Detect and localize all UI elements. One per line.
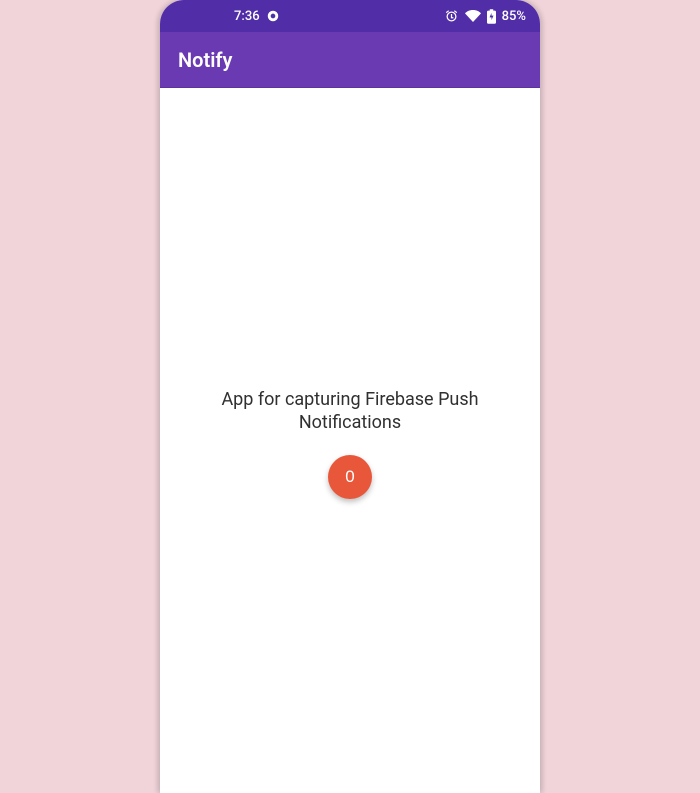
status-bar: 7:36 85% — [160, 0, 540, 32]
description-text: App for capturing Firebase Push Notifica… — [160, 388, 540, 435]
notification-dot-icon — [266, 9, 280, 23]
status-bar-right: 85% — [444, 8, 526, 24]
status-time: 7:36 — [234, 9, 260, 24]
battery-percentage: 85% — [502, 9, 526, 24]
phone-frame: 7:36 85% Notify App for capturing Fireba… — [160, 0, 540, 793]
battery-icon — [487, 9, 496, 24]
app-bar: Notify — [160, 32, 540, 88]
counter-value: 0 — [345, 467, 354, 487]
main-content: App for capturing Firebase Push Notifica… — [160, 88, 540, 793]
status-bar-left: 7:36 — [234, 9, 280, 24]
counter-fab[interactable]: 0 — [328, 455, 372, 499]
app-title: Notify — [178, 48, 232, 72]
wifi-icon — [465, 8, 481, 24]
alarm-icon — [444, 9, 459, 24]
